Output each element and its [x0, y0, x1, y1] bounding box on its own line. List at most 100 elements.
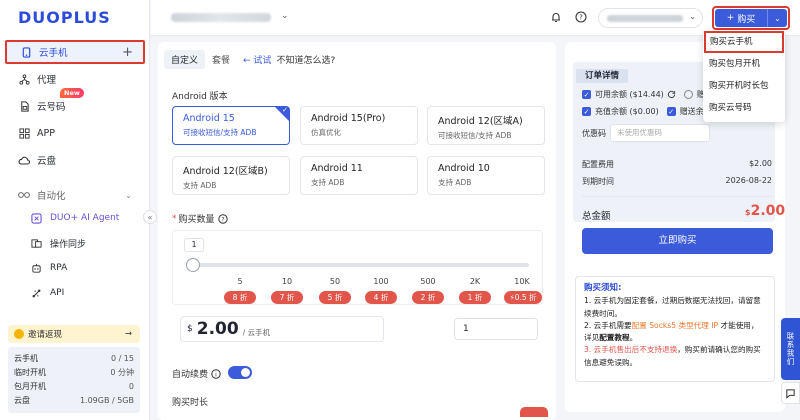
try-link[interactable]: ← 试试 [243, 53, 271, 66]
quantity-input[interactable]: 1 [454, 318, 538, 340]
api-icon [30, 287, 42, 299]
arrow-right-icon: → [124, 329, 132, 339]
logo[interactable]: DUOPLUS [18, 8, 111, 27]
chevron-down-icon[interactable]: ⌄ [281, 11, 289, 21]
discount-badge: 4 折 [365, 291, 397, 304]
ai-agent-icon [30, 212, 42, 224]
version-desc: 可接收短信/支持 ADB [183, 128, 257, 137]
divider [582, 196, 772, 197]
menu-item-buy-cloud-number[interactable]: 购买云号码 [703, 97, 785, 119]
sidebar-subitem-rpa[interactable]: RPA [0, 257, 150, 279]
user-menu[interactable]: ⌄ [598, 8, 703, 28]
sidebar-item-label: DUO+ AI Agent [50, 213, 120, 223]
version-card-android-11[interactable]: Android 11 支持 ADB [300, 156, 418, 195]
sidebar-item-label: 云号码 [37, 102, 66, 113]
check-icon: ✓ [282, 106, 288, 114]
plus-icon: + [726, 13, 735, 23]
username-blurred [607, 15, 683, 22]
sidebar-subitem-ai-agent[interactable]: DUO+ AI Agent [0, 207, 150, 229]
auto-renew-row: 自动续费 i [172, 367, 221, 380]
menu-item-buy-monthly-boot[interactable]: 购买包月开机 [703, 53, 785, 75]
sidebar-subitem-api[interactable]: API [0, 282, 150, 304]
total-label: 总金额 [582, 211, 611, 222]
sidebar-subitem-sync[interactable]: 操作同步 [0, 232, 150, 254]
stat-row: 云盘 1.09GB / 5GB [14, 393, 134, 407]
required-mark: * [172, 213, 177, 224]
recharge-balance: 充值余额 ($0.00) [595, 107, 659, 116]
refresh-icon[interactable] [667, 90, 676, 99]
quantity-label: 购买数量 [178, 215, 215, 225]
notice-title: 购买须知: [584, 283, 622, 293]
apps-icon [18, 127, 30, 139]
notice-item-2: 2. 云手机需要配置 Socks5 类型代理 IP 才能使用，详见配置教程。 [584, 320, 766, 345]
expire-value: 2026-08-22 [725, 176, 773, 185]
duration-discount-badge [520, 407, 548, 417]
buy-button[interactable]: + 购买 [715, 9, 767, 27]
buy-button-group: + 购买 ⌄ [712, 6, 790, 30]
sidebar-item-automation[interactable]: 自动化 ⌄ [0, 183, 150, 207]
notice-text: 。 [629, 333, 638, 343]
auto-renew-toggle[interactable] [228, 366, 252, 379]
coupon-input[interactable]: 未使用优惠码 [610, 124, 710, 142]
buy-dropdown-toggle[interactable]: ⌄ [767, 9, 787, 27]
info-icon[interactable]: i [211, 368, 221, 379]
contact-us-button[interactable]: 联系我们 [781, 318, 800, 380]
sidebar-item-cloud-disk[interactable]: 云盘 [0, 148, 150, 172]
stat-label: 云手机 [14, 353, 38, 363]
version-name: Android 15(Pro) [311, 113, 386, 124]
version-card-android-10[interactable]: Android 10 支持 ADB [427, 156, 545, 195]
menu-item-buy-cloud-phone[interactable]: 购买云手机 [704, 31, 784, 53]
stat-row: 云手机 0 / 15 [14, 351, 134, 365]
coupon-label: 优惠码 [582, 129, 606, 138]
team-selector-blurred[interactable] [171, 13, 271, 22]
radio-option[interactable] [683, 90, 693, 99]
balance-option[interactable]: ✓ 可用余额 ($14.44) 赠 [582, 89, 705, 100]
checkbox-checked[interactable]: ✓ [582, 107, 591, 116]
config-fee-row: 配置费用 $2.00 [582, 159, 772, 170]
chevron-down-icon: ⌄ [774, 13, 781, 23]
version-card-android-12-b[interactable]: Android 12(区域B) 支持 ADB [172, 156, 290, 195]
bell-icon[interactable] [549, 10, 563, 24]
invite-cashback-button[interactable]: 邀请返现 → [8, 325, 140, 343]
discount-badge: ⚡0.5 折 [504, 291, 542, 304]
discount-badge: 8 折 [224, 291, 256, 304]
sidebar-item-cloud-number[interactable]: 云号码 New [0, 88, 150, 118]
sidebar-item-label: 代理 [37, 75, 57, 86]
add-icon[interactable]: + [122, 45, 133, 60]
checkbox-checked[interactable]: ✓ [666, 107, 676, 116]
version-name: Android 11 [311, 163, 363, 174]
price-currency: $ [187, 324, 193, 334]
chat-icon[interactable] [781, 382, 800, 404]
expire-label: 到期时间 [582, 177, 614, 186]
stat-value: 0 [128, 381, 134, 391]
version-desc: 支持 ADB [311, 178, 345, 187]
slider-tick: 100 [373, 277, 389, 286]
stat-label: 云盘 [14, 395, 30, 405]
info-icon[interactable]: ? [217, 213, 228, 224]
tab-package[interactable]: 套餐 [205, 50, 237, 69]
sidebar-item-app[interactable]: APP [0, 121, 150, 145]
version-name: Android 12(区域A) [438, 116, 523, 127]
version-card-android-15[interactable]: ✓ Android 15 可接收短信/支持 ADB [172, 106, 290, 145]
stat-label: 临时开机 [14, 367, 46, 377]
sidebar-item-label: 操作同步 [50, 239, 87, 250]
quantity-slider-track[interactable] [190, 263, 529, 267]
proxy-icon [18, 73, 30, 85]
buy-now-button[interactable]: 立即购买 [582, 228, 773, 254]
buy-dropdown-menu: 购买云手机 购买包月开机 购买开机时长包 购买云号码 [703, 30, 785, 122]
checkbox-checked[interactable]: ✓ [582, 90, 591, 99]
version-card-android-15-pro[interactable]: Android 15(Pro) 仿真优化 [300, 106, 418, 145]
menu-item-buy-boot-time-pack[interactable]: 购买开机时长包 [703, 75, 785, 97]
try-hint: 不知道怎么选? [276, 55, 336, 66]
quantity-slider-handle[interactable] [186, 258, 200, 272]
sidebar: DUOPLUS 云手机 + 代理 云号码 New APP 云盘 自动化 ⌄ DU… [0, 0, 150, 420]
sidebar-item-cloud-phone[interactable]: 云手机 + [5, 40, 145, 64]
version-desc: 支持 ADB [183, 181, 217, 190]
tab-custom[interactable]: 自定义 [164, 49, 206, 69]
collapse-sidebar-button[interactable]: « [143, 210, 157, 224]
config-tutorial-link[interactable]: 配置教程 [599, 333, 629, 342]
version-card-android-12-a[interactable]: Android 12(区域A) 可接收短信/支持 ADB [427, 106, 545, 145]
help-icon[interactable]: ? [574, 10, 588, 24]
buy-label: 购买 [737, 14, 756, 25]
stat-value: 0 分钟 [110, 367, 134, 377]
